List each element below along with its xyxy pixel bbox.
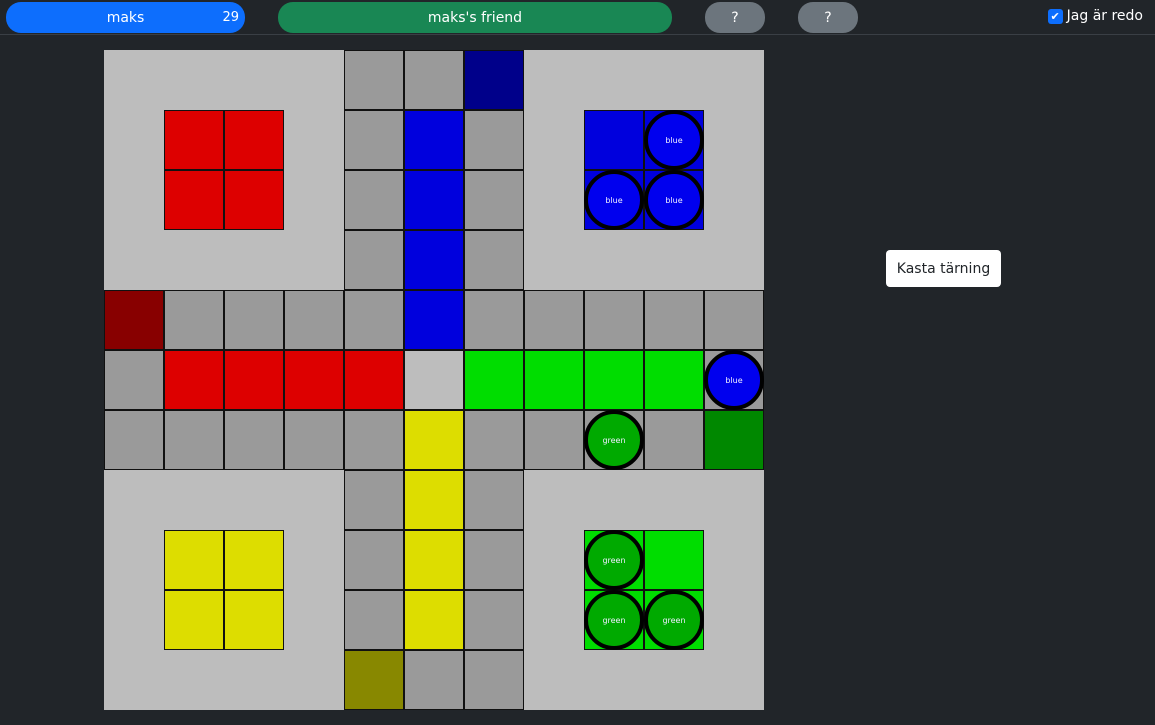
player-3-badge: ? [705, 2, 765, 33]
track-cell[interactable] [224, 410, 284, 470]
blue-token[interactable]: blue [644, 110, 704, 170]
yellow-path-cell[interactable] [404, 590, 464, 650]
track-cell[interactable] [164, 410, 224, 470]
track-cell[interactable] [104, 350, 164, 410]
red-path-cell[interactable] [284, 350, 344, 410]
track-cell[interactable] [524, 410, 584, 470]
player-2-badge: maks's friend [278, 2, 672, 33]
track-cell[interactable] [704, 290, 764, 350]
blue-base-cell[interactable] [584, 110, 644, 170]
blue-path-cell[interactable] [404, 290, 464, 350]
red-base-cell[interactable] [224, 110, 284, 170]
ready-toggle[interactable]: ✔ Jag är redo [1047, 8, 1143, 24]
track-cell[interactable] [344, 290, 404, 350]
player-4-badge: ? [798, 2, 858, 33]
blue-path-cell[interactable] [404, 170, 464, 230]
green-path-cell[interactable] [524, 350, 584, 410]
green-token[interactable]: green [584, 590, 644, 650]
track-cell[interactable] [224, 290, 284, 350]
track-cell[interactable] [104, 410, 164, 470]
ready-label: Jag är redo [1066, 8, 1143, 24]
track-cell[interactable] [464, 230, 524, 290]
green-path-cell[interactable] [464, 350, 524, 410]
track-cell[interactable] [284, 410, 344, 470]
track-cell[interactable] [344, 110, 404, 170]
player-3-name: ? [731, 9, 739, 26]
blue-path-cell[interactable] [404, 230, 464, 290]
red-path-cell[interactable] [224, 350, 284, 410]
yellow-path-cell[interactable] [404, 470, 464, 530]
track-cell[interactable] [464, 290, 524, 350]
track-cell[interactable] [464, 650, 524, 710]
red-base-cell[interactable] [164, 170, 224, 230]
player-4-name: ? [824, 9, 832, 26]
yellow-base-cell[interactable] [224, 530, 284, 590]
green-path-cell[interactable] [644, 350, 704, 410]
red-path-cell[interactable] [344, 350, 404, 410]
player-2-name: maks's friend [427, 9, 523, 26]
track-cell[interactable] [464, 530, 524, 590]
green-start-cell[interactable] [704, 410, 764, 470]
track-cell[interactable] [404, 50, 464, 110]
track-cell[interactable] [644, 290, 704, 350]
track-cell[interactable] [344, 530, 404, 590]
track-cell[interactable] [464, 170, 524, 230]
yellow-base-cell[interactable] [164, 590, 224, 650]
yellow-start-cell[interactable] [344, 650, 404, 710]
blue-token[interactable]: blue [704, 350, 764, 410]
track-cell[interactable] [344, 470, 404, 530]
green-path-cell[interactable] [584, 350, 644, 410]
center-cell[interactable] [404, 350, 464, 410]
track-cell[interactable] [344, 410, 404, 470]
track-cell[interactable] [464, 110, 524, 170]
track-cell[interactable] [344, 50, 404, 110]
track-cell[interactable] [344, 230, 404, 290]
checkbox-checked-icon[interactable]: ✔ [1047, 8, 1063, 24]
green-token[interactable]: green [584, 410, 644, 470]
red-path-cell[interactable] [164, 350, 224, 410]
ludo-board: blue blue blue blue green green green green [104, 50, 764, 710]
track-cell[interactable] [464, 590, 524, 650]
red-base-cell[interactable] [164, 110, 224, 170]
roll-dice-button[interactable]: Kasta tärning [886, 250, 1001, 287]
blue-path-cell[interactable] [404, 110, 464, 170]
green-token[interactable]: green [584, 530, 644, 590]
player-1-name: maks [106, 9, 145, 26]
track-cell[interactable] [164, 290, 224, 350]
green-base-cell[interactable] [644, 530, 704, 590]
player-1-score: 29 [222, 10, 239, 25]
blue-start-cell[interactable] [464, 50, 524, 110]
blue-token[interactable]: blue [644, 170, 704, 230]
top-bar: maks 29 maks's friend ? ? ✔ Jag är redo [0, 0, 1155, 35]
yellow-base-cell[interactable] [164, 530, 224, 590]
track-cell[interactable] [464, 410, 524, 470]
track-cell[interactable] [584, 290, 644, 350]
red-base-cell[interactable] [224, 170, 284, 230]
track-cell[interactable] [404, 650, 464, 710]
red-start-cell[interactable] [104, 290, 164, 350]
track-cell[interactable] [284, 290, 344, 350]
track-cell[interactable] [344, 170, 404, 230]
track-cell[interactable] [644, 410, 704, 470]
track-cell[interactable] [464, 470, 524, 530]
green-token[interactable]: green [644, 590, 704, 650]
track-cell[interactable] [524, 290, 584, 350]
yellow-path-cell[interactable] [404, 410, 464, 470]
yellow-path-cell[interactable] [404, 530, 464, 590]
yellow-base-cell[interactable] [224, 590, 284, 650]
track-cell[interactable] [344, 590, 404, 650]
player-1-badge: maks 29 [6, 2, 245, 33]
blue-token[interactable]: blue [584, 170, 644, 230]
